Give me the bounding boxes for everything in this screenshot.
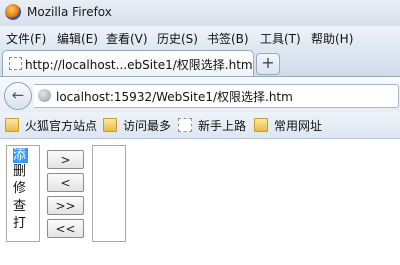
menu-view[interactable]: 查看(V) (106, 30, 148, 47)
tab-title: http://localhost...ebSite1/权限选择.htm (25, 58, 253, 72)
list-item[interactable]: 修 (13, 181, 28, 196)
menu-history[interactable]: 历史(S) (157, 30, 198, 47)
menu-help[interactable]: 帮助(H) (311, 30, 353, 47)
page-icon (178, 118, 192, 132)
address-bar[interactable]: localhost:15932/WebSite1/权限选择.htm (34, 84, 399, 108)
bookmark-common-sites[interactable]: 常用网址 (254, 117, 322, 134)
navigation-bar: ← localhost:15932/WebSite1/权限选择.htm (0, 76, 400, 113)
bookmark-firefox-official[interactable]: 火狐官方站点 (5, 117, 97, 134)
bookmark-label: 访问最多 (123, 119, 172, 133)
globe-icon (38, 89, 51, 102)
available-permissions-list[interactable]: 添 删 修 查 打 (6, 145, 40, 242)
menu-tools[interactable]: 工具(T) (260, 30, 301, 47)
move-left-button[interactable]: < (47, 173, 84, 192)
bookmark-label: 火狐官方站点 (25, 119, 98, 133)
url-text[interactable]: localhost:15932/WebSite1/权限选择.htm (56, 88, 293, 105)
bookmark-getting-started[interactable]: 新手上路 (178, 117, 246, 134)
bookmarks-toolbar: 火狐官方站点 访问最多 新手上路 常用网址 (0, 112, 400, 139)
folder-icon (103, 118, 117, 132)
title-bar: Mozilla Firefox (0, 0, 400, 27)
selected-permissions-list[interactable] (92, 145, 126, 242)
tab-strip: http://localhost...ebSite1/权限选择.htm + (0, 48, 400, 76)
move-right-button[interactable]: > (47, 150, 84, 169)
menu-bookmarks[interactable]: 书签(B) (207, 30, 249, 47)
move-all-left-button[interactable]: << (47, 219, 84, 238)
window-title: Mozilla Firefox (27, 5, 112, 19)
folder-icon (5, 118, 19, 132)
list-item[interactable]: 查 (13, 199, 28, 214)
list-item[interactable]: 删 (13, 164, 28, 179)
menu-bar: 文件(F) 编辑(E) 查看(V) 历史(S) 书签(B) 工具(T) 帮助(H… (0, 26, 400, 48)
bookmark-label: 新手上路 (198, 119, 247, 133)
folder-icon (254, 118, 268, 132)
tab-active[interactable]: http://localhost...ebSite1/权限选择.htm (2, 50, 254, 76)
list-item[interactable]: 打 (13, 216, 28, 231)
bookmark-label: 常用网址 (274, 119, 323, 133)
menu-edit[interactable]: 编辑(E) (57, 30, 98, 47)
page-icon (9, 57, 22, 70)
page-content: 添 删 修 查 打 > < >> << (0, 139, 400, 265)
new-tab-button[interactable]: + (256, 53, 280, 75)
bookmark-most-visited[interactable]: 访问最多 (103, 117, 171, 134)
back-button[interactable]: ← (4, 82, 32, 110)
list-item[interactable]: 添 (13, 148, 28, 163)
menu-file[interactable]: 文件(F) (6, 30, 46, 47)
move-all-right-button[interactable]: >> (47, 196, 84, 215)
firefox-icon (5, 4, 21, 20)
